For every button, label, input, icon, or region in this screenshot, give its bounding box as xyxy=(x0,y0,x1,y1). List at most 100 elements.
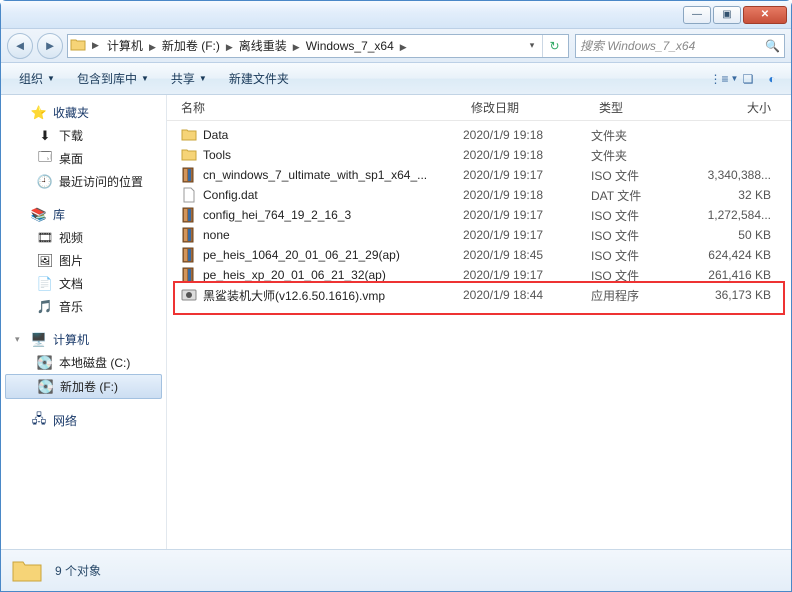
main-area: ⭐收藏夹 ⬇ 下载 🗔桌面🕘最近访问的位置 📚库 🎞视频🖼图片📄文档🎵音乐 ▾🖥️计… xyxy=(1,95,791,549)
folder-icon xyxy=(181,147,197,163)
sidebar-item-label: 本地磁盘 (C:) xyxy=(59,354,130,371)
organize-button[interactable]: 组织▼ xyxy=(9,67,65,90)
chevron-right-icon[interactable]: ▶ xyxy=(398,42,409,52)
search-input[interactable]: 搜索 Windows_7_x64 🔍 xyxy=(575,34,785,58)
window-buttons: — ▣ ✕ xyxy=(683,6,787,24)
file-row[interactable]: pe_heis_1064_20_01_06_21_29(ap)2020/1/9 … xyxy=(167,245,791,265)
close-button[interactable]: ✕ xyxy=(743,6,787,24)
file-type: ISO 文件 xyxy=(591,167,691,184)
address-bar[interactable]: ▶ 计算机▶新加卷 (F:)▶离线重装▶Windows_7_x64▶ ▾ ↻ xyxy=(67,34,569,58)
file-type: 文件夹 xyxy=(591,127,691,144)
document-icon: 📄 xyxy=(37,276,53,292)
nav-back-button[interactable]: ◄ xyxy=(7,33,33,59)
column-name[interactable]: 名称 xyxy=(167,99,463,116)
iso-icon xyxy=(181,247,197,263)
nav-forward-button[interactable]: ► xyxy=(37,33,63,59)
breadcrumb-segment[interactable]: 计算机 xyxy=(103,39,147,53)
file-row[interactable]: Config.dat2020/1/9 19:18DAT 文件32 KB xyxy=(167,185,791,205)
search-placeholder: 搜索 Windows_7_x64 xyxy=(580,37,695,54)
sidebar-item-label: 新加卷 (F:) xyxy=(60,378,118,395)
column-size[interactable]: 大小 xyxy=(691,99,791,116)
sidebar-item-label: 视频 xyxy=(59,229,83,246)
maximize-button[interactable]: ▣ xyxy=(713,6,741,24)
column-type[interactable]: 类型 xyxy=(591,99,691,116)
file-date: 2020/1/9 18:44 xyxy=(463,288,591,302)
sidebar-item[interactable]: ⬇ 下载 xyxy=(1,124,166,147)
file-row[interactable]: cn_windows_7_ultimate_with_sp1_x64_...20… xyxy=(167,165,791,185)
navigation-pane[interactable]: ⭐收藏夹 ⬇ 下载 🗔桌面🕘最近访问的位置 📚库 🎞视频🖼图片📄文档🎵音乐 ▾🖥️计… xyxy=(1,95,167,549)
refresh-button[interactable]: ↻ xyxy=(542,35,566,57)
file-row[interactable]: none2020/1/9 19:17ISO 文件50 KB xyxy=(167,225,791,245)
sidebar-item[interactable]: 📄文档 xyxy=(1,272,166,295)
status-bar: 9 个对象 xyxy=(1,549,791,591)
sidebar-libraries-header[interactable]: 📚库 xyxy=(1,203,166,226)
column-headers: 名称 修改日期 类型 大小 xyxy=(167,95,791,121)
minimize-button[interactable]: — xyxy=(683,6,711,24)
breadcrumb-segment[interactable]: Windows_7_x64 xyxy=(302,39,398,53)
chevron-right-icon[interactable]: ▶ xyxy=(90,40,101,51)
help-button[interactable]: ◐ xyxy=(761,72,783,86)
file-row[interactable]: Tools2020/1/9 19:18文件夹 xyxy=(167,145,791,165)
iso-icon xyxy=(181,267,197,283)
sidebar-item[interactable]: 💽新加卷 (F:) xyxy=(5,374,162,399)
file-date: 2020/1/9 19:18 xyxy=(463,128,591,142)
file-size: 50 KB xyxy=(691,228,791,242)
address-dropdown-button[interactable]: ▾ xyxy=(524,40,540,51)
sidebar-item-label: 音乐 xyxy=(59,298,83,315)
sidebar-item[interactable]: 🗔桌面 xyxy=(1,147,166,170)
file-row[interactable]: Data 2020/1/9 19:18文件夹 xyxy=(167,125,791,145)
sidebar-item[interactable]: 💽本地磁盘 (C:) xyxy=(1,351,166,374)
chevron-down-icon: ▼ xyxy=(199,74,207,83)
file-name: Tools xyxy=(203,148,231,162)
computer-icon: 🖥️ xyxy=(31,332,47,348)
share-button[interactable]: 共享▼ xyxy=(161,67,217,90)
sidebar-favorites-header[interactable]: ⭐收藏夹 xyxy=(1,101,166,124)
file-list[interactable]: Data 2020/1/9 19:18文件夹 Tools 2020/1/9 19:18… xyxy=(167,121,791,305)
folder-icon xyxy=(11,555,43,587)
sidebar-item[interactable]: 🎞视频 xyxy=(1,226,166,249)
sidebar-item[interactable]: 🕘最近访问的位置 xyxy=(1,170,166,193)
file-row[interactable]: pe_heis_xp_20_01_06_21_32(ap) 2020/1/9 19… xyxy=(167,265,791,285)
file-date: 2020/1/9 19:17 xyxy=(463,268,591,282)
chevron-right-icon[interactable]: ▶ xyxy=(291,42,302,52)
exe-icon xyxy=(181,287,197,303)
sidebar-item-label: 最近访问的位置 xyxy=(59,173,143,190)
iso-icon xyxy=(181,167,197,183)
sidebar-item[interactable]: 🎵音乐 xyxy=(1,295,166,318)
sidebar-item-label: 下载 xyxy=(59,127,83,144)
file-date: 2020/1/9 19:17 xyxy=(463,168,591,182)
file-name: none xyxy=(203,228,230,242)
file-type: ISO 文件 xyxy=(591,227,691,244)
sidebar-network-header[interactable]: 🖧网络 xyxy=(1,409,166,432)
file-date: 2020/1/9 19:17 xyxy=(463,208,591,222)
file-name: 黑鲨装机大师(v12.6.50.1616).vmp xyxy=(203,287,385,304)
view-options-button[interactable]: ⋮≡▼ xyxy=(713,72,735,86)
sidebar-computer-header[interactable]: ▾🖥️计算机 xyxy=(1,328,166,351)
preview-pane-button[interactable]: ❏ xyxy=(737,72,759,86)
title-bar: — ▣ ✕ xyxy=(1,1,791,29)
toolbar: 组织▼ 包含到库中▼ 共享▼ 新建文件夹 ⋮≡▼ ❏ ◐ xyxy=(1,63,791,95)
file-date: 2020/1/9 19:18 xyxy=(463,148,591,162)
sidebar-item[interactable]: 🖼图片 xyxy=(1,249,166,272)
breadcrumb-segment[interactable]: 离线重装 xyxy=(235,39,291,53)
chevron-right-icon[interactable]: ▶ xyxy=(224,42,235,52)
column-date[interactable]: 修改日期 xyxy=(463,99,591,116)
file-row[interactable]: 黑鲨装机大师(v12.6.50.1616).vmp2020/1/9 18:44应… xyxy=(167,285,791,305)
file-size: 36,173 KB xyxy=(691,288,791,302)
file-size: 3,340,388... xyxy=(691,168,791,182)
breadcrumb[interactable]: 计算机▶新加卷 (F:)▶离线重装▶Windows_7_x64▶ xyxy=(103,37,409,54)
file-row[interactable]: config_hei_764_19_2_16_32020/1/9 19:17IS… xyxy=(167,205,791,225)
include-in-library-button[interactable]: 包含到库中▼ xyxy=(67,67,159,90)
breadcrumb-segment[interactable]: 新加卷 (F:) xyxy=(158,39,224,53)
address-row: ◄ ► ▶ 计算机▶新加卷 (F:)▶离线重装▶Windows_7_x64▶ ▾… xyxy=(1,29,791,63)
file-icon xyxy=(181,187,197,203)
iso-icon xyxy=(181,207,197,223)
chevron-right-icon[interactable]: ▶ xyxy=(147,42,158,52)
network-icon: 🖧 xyxy=(31,413,47,429)
download-icon: ⬇ xyxy=(37,128,53,144)
file-name: pe_heis_xp_20_01_06_21_32(ap) xyxy=(203,268,386,282)
file-name: Data xyxy=(203,128,228,142)
picture-icon: 🖼 xyxy=(37,253,53,269)
file-size: 624,424 KB xyxy=(691,248,791,262)
new-folder-button[interactable]: 新建文件夹 xyxy=(219,67,299,90)
